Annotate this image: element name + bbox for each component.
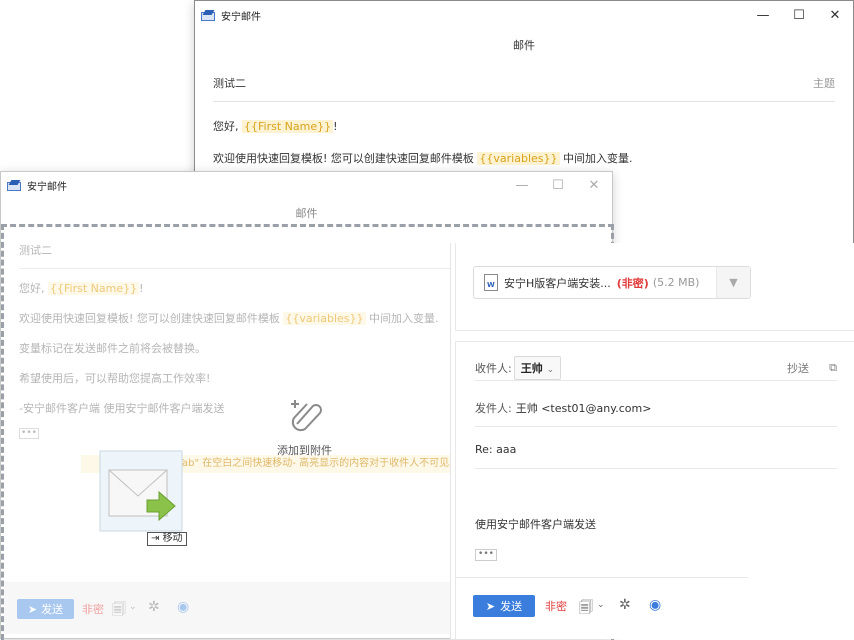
drag-email-ghost-icon <box>99 450 183 532</box>
front-send-label: 发送 <box>41 603 64 616</box>
subject-value: Re: aaa <box>475 443 517 456</box>
minimize-button[interactable]: — <box>745 1 781 29</box>
back-subject-placeholder: 主题 <box>813 77 835 90</box>
cc-label[interactable]: 抄送 <box>787 360 809 376</box>
compose-more-button[interactable]: ••• <box>475 549 497 561</box>
from-row: 发件人: 王帅 <test01@any.com> <box>475 397 837 427</box>
close-button[interactable]: ✕ <box>576 172 612 198</box>
send-plane-icon: ➤ <box>485 599 496 613</box>
back-template-line[interactable]: 欢迎使用快速回复模板! 您可以创建快速回复邮件模板 {{variables}} … <box>213 150 633 166</box>
back-first-name-variable[interactable]: {{First Name}} <box>242 120 334 133</box>
recipient-chip[interactable]: 王帅 ⌄ <box>513 355 562 380</box>
send-label: 发送 <box>500 600 523 613</box>
back-window-titlebar: 安宁邮件 — ☐ ✕ <box>195 1 853 29</box>
drag-move-tooltip: ⇥ 移动 <box>147 532 187 546</box>
subject-row[interactable]: Re: aaa <box>475 439 837 469</box>
back-line2-prefix: 欢迎使用快速回复模板! 您可以创建快速回复邮件模板 <box>213 152 478 165</box>
back-greeting-suffix: ! <box>333 120 338 133</box>
pointer-click-icon[interactable]: ✲ <box>619 597 631 613</box>
chevron-down-icon[interactable]: ⌄ <box>597 600 605 610</box>
maximize-button[interactable]: ☐ <box>781 1 817 29</box>
paperclip-attach-icon <box>291 400 322 432</box>
drop-zone-label: 添加到附件 <box>277 444 332 457</box>
back-subject-text: 测试二 <box>213 77 246 90</box>
app-logo-icon <box>7 180 21 191</box>
template-icon[interactable]: 🗐 <box>112 599 126 623</box>
compose-toolbar-divider <box>455 577 748 578</box>
preview-eye-icon[interactable]: ◉ <box>177 599 189 615</box>
back-window-title: 邮件 <box>513 39 535 52</box>
attachment-name: 安宁H版客户端安装... <box>504 276 611 290</box>
pointer-click-icon[interactable]: ✲ <box>148 599 160 615</box>
chevron-down-icon[interactable]: ⌄ <box>129 602 137 612</box>
front-window-app-title: 安宁邮件 <box>27 181 67 193</box>
back-window-app-title: 安宁邮件 <box>221 11 261 23</box>
front-send-button[interactable]: ➤ 发送 <box>17 599 74 619</box>
back-variables-variable[interactable]: {{variables}} <box>477 152 560 165</box>
attachment-secret: (非密) <box>616 276 649 290</box>
back-greeting-prefix: 您好, <box>213 120 242 133</box>
maximize-button[interactable]: ☐ <box>540 172 576 198</box>
compose-panel: 安宁H版客户端安装... (非密) (5.2 MB) ▼ 收件人: 王帅 ⌄ 抄… <box>450 243 854 639</box>
preview-eye-icon[interactable]: ◉ <box>649 597 661 613</box>
recipient-name: 王帅 <box>520 361 543 375</box>
minimize-button[interactable]: — <box>504 172 540 198</box>
send-button[interactable]: ➤ 发送 <box>473 595 535 617</box>
secret-label[interactable]: 非密 <box>545 598 567 614</box>
send-plane-icon: ➤ <box>27 602 38 616</box>
back-subject-row[interactable]: 测试二 主题 <box>213 75 835 102</box>
signature-text[interactable]: 使用安宁邮件客户端发送 <box>475 516 596 532</box>
close-button[interactable]: ✕ <box>817 1 853 29</box>
from-value[interactable]: 王帅 <test01@any.com> <box>516 400 652 416</box>
front-window-titlebar: 安宁邮件 — ☐ ✕ <box>1 172 612 198</box>
front-secret-label[interactable]: 非密 <box>82 601 104 617</box>
to-row: 收件人: 王帅 ⌄ 抄送 ⧉ <box>475 355 837 381</box>
attachment-size: (5.2 MB) <box>652 276 700 289</box>
expand-fields-icon[interactable]: ⧉ <box>829 361 837 375</box>
drag-move-label: 移动 <box>162 533 183 544</box>
attachment-chip[interactable]: 安宁H版客户端安装... (非密) (5.2 MB) ▼ <box>473 266 751 299</box>
back-greeting-line[interactable]: 您好, {{First Name}}! <box>213 118 338 134</box>
chevron-down-icon: ⌄ <box>546 364 555 375</box>
download-icon[interactable]: ▼ <box>716 267 750 298</box>
from-label: 发件人: <box>475 401 512 415</box>
back-line2-suffix: 中间加入变量. <box>559 152 633 165</box>
front-window-title: 邮件 <box>295 207 318 220</box>
to-label: 收件人: <box>475 361 512 375</box>
word-doc-icon <box>484 274 498 291</box>
template-icon[interactable]: 🗐 <box>579 597 593 621</box>
app-logo-icon <box>201 10 215 21</box>
move-arrow-icon: ⇥ <box>151 533 163 544</box>
